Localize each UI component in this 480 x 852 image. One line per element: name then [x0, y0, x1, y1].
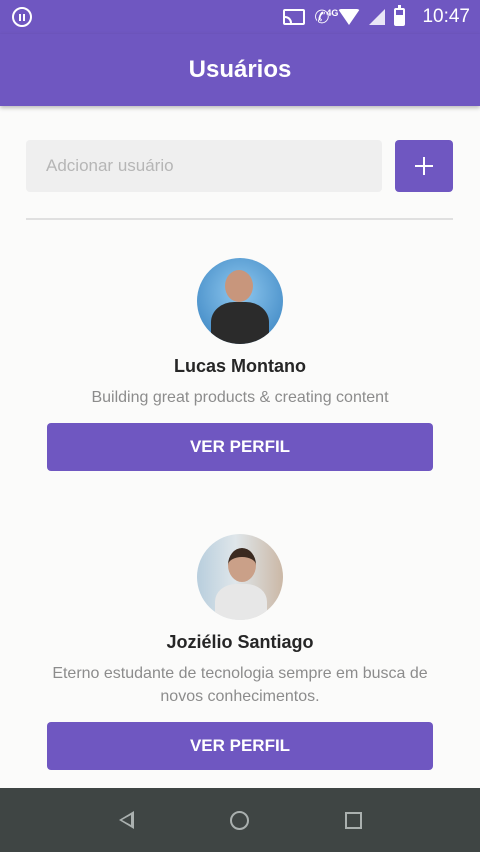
avatar [197, 258, 283, 344]
system-nav-bar [0, 788, 480, 852]
status-bar: ✆ 4G 10:47 [0, 0, 480, 34]
pause-circle-icon [12, 7, 32, 27]
status-icons: ✆ 4G 10:47 [283, 5, 470, 29]
plus-icon [415, 157, 433, 175]
network-badge: 4G [326, 8, 339, 18]
page-title: Usuários [188, 56, 292, 83]
cast-icon [283, 9, 306, 25]
recents-icon [344, 811, 362, 829]
home-button[interactable] [220, 800, 260, 840]
battery-icon [394, 5, 406, 26]
user-card: Lucas Montano Building great products & … [0, 258, 480, 471]
user-name: Joziélio Santiago [166, 632, 314, 652]
view-profile-button[interactable]: VER PERFIL [47, 423, 433, 471]
status-clock: 10:47 [422, 6, 470, 27]
add-user-button[interactable] [395, 140, 453, 192]
signal-icon [369, 9, 386, 25]
avatar [197, 534, 283, 620]
user-bio: Eterno estudante de tecnologia sempre em… [52, 665, 428, 705]
user-card: Joziélio Santiago Eterno estudante de te… [0, 534, 480, 770]
recents-button[interactable] [333, 800, 373, 840]
divider [26, 218, 453, 220]
view-profile-button[interactable]: VER PERFIL [47, 722, 433, 770]
back-button[interactable] [107, 800, 147, 840]
wifi-icon [338, 9, 361, 25]
user-bio: Building great products & creating conte… [91, 389, 389, 406]
add-user-input[interactable] [26, 140, 382, 192]
user-name: Lucas Montano [173, 356, 306, 376]
app-bar: Usuários [0, 34, 480, 106]
back-icon [119, 811, 135, 829]
phone-icon: ✆ 4G [314, 7, 338, 27]
home-icon [230, 810, 250, 830]
